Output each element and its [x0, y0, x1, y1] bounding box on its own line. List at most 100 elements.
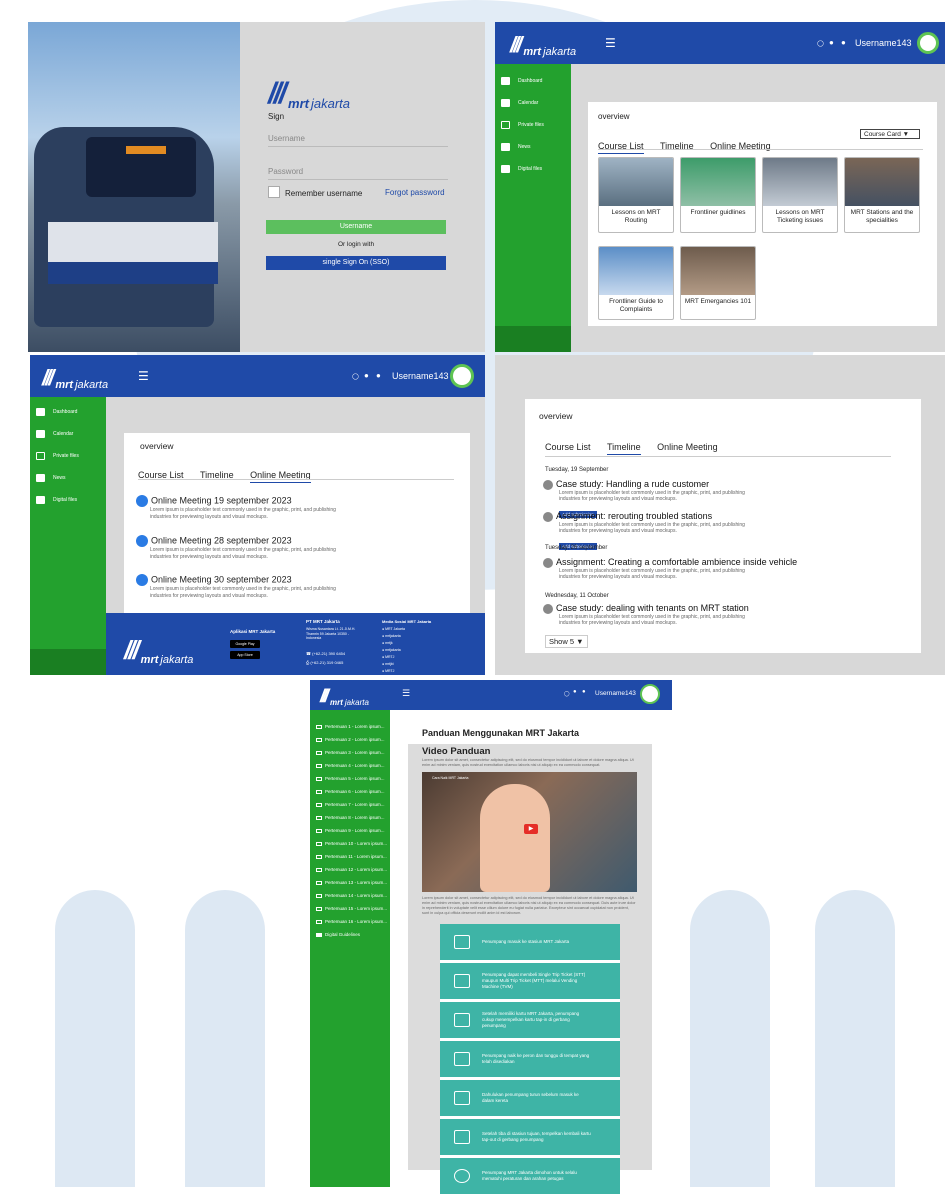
avatar[interactable] — [917, 32, 939, 54]
social-link[interactable]: ● MRTJ — [382, 654, 405, 661]
sidebar-item-digital-files[interactable]: Digital files — [30, 489, 106, 511]
sidebar-item-news[interactable]: News — [30, 467, 106, 489]
bell-icon[interactable]: ● — [573, 689, 577, 695]
guide-menu-item[interactable]: Pertemuan 1 - Lorem ipsum... — [316, 720, 390, 733]
guide-menu-label: Pertemuan 1 - Lorem ipsum... — [325, 724, 385, 729]
course-card[interactable]: Lessons on MRT Routing — [598, 157, 674, 233]
hamburger-icon[interactable]: ☰ — [605, 36, 616, 50]
chat-icon[interactable]: ● — [841, 38, 846, 47]
remember-checkbox[interactable] — [268, 186, 280, 198]
forgot-password-link[interactable]: Forgot password — [385, 188, 445, 197]
course-card[interactable]: Frontliner guidlines — [680, 157, 756, 233]
meeting-title: Online Meeting 30 september 2023 — [151, 574, 292, 585]
guide-menu-item[interactable]: Pertemuan 15 - Lorem ipsum... — [316, 902, 390, 915]
meeting-item[interactable]: Online Meeting 28 september 2023 Lorem i… — [136, 535, 446, 560]
login-button[interactable]: Username — [266, 220, 446, 234]
guide-menu-item[interactable]: Pertemuan 11 - Lorem ipsum... — [316, 850, 390, 863]
bell-icon[interactable]: ● — [364, 371, 369, 380]
remember-label: Remember username — [285, 189, 363, 198]
sidebar-item-calendar[interactable]: Calendar — [30, 423, 106, 445]
app-store-badge[interactable]: App Store — [230, 651, 260, 659]
guide-menu-item[interactable]: Pertemuan 4 - Lorem ipsum... — [316, 759, 390, 772]
social-link[interactable]: ● mrtjakarta — [382, 633, 405, 640]
settings-icon[interactable]: ◯ — [352, 373, 359, 380]
view-select[interactable]: Course Card ▼ — [860, 129, 920, 139]
course-title: MRT Stations and the specialities — [850, 209, 914, 224]
hamburger-icon[interactable]: ☰ — [402, 688, 410, 699]
guide-step: Penumpang MRT Jakarta dimohon untuk sela… — [440, 1158, 620, 1197]
guide-menu-item[interactable]: Pertemuan 7 - Lorem ipsum... — [316, 798, 390, 811]
course-card[interactable]: Lessons on MRT Ticketing issues — [762, 157, 838, 233]
logo-text-light: jakarta — [160, 654, 194, 666]
watermark-bar-2 — [185, 890, 265, 1187]
tab-online-meeting[interactable]: Online Meeting — [250, 470, 311, 483]
folder-icon — [316, 919, 322, 924]
character-figure — [480, 784, 550, 892]
social-link[interactable]: ● MRTJ — [382, 668, 405, 675]
tab-timeline[interactable]: Timeline — [606, 442, 641, 455]
meeting-item[interactable]: Online Meeting 30 september 2023 Lorem i… — [136, 574, 446, 599]
social-link[interactable]: ● mrtjkt — [382, 661, 405, 668]
course-card[interactable]: Frontliner Guide to Complaints — [598, 246, 674, 320]
footer-logo: /// mrt jakarta — [124, 635, 193, 666]
calendar-icon — [36, 430, 45, 438]
sidebar-item-news[interactable]: News — [495, 136, 571, 158]
sidebar-item-private-files[interactable]: Private files — [495, 114, 571, 136]
guide-menu-item[interactable]: Pertemuan 9 - Lorem ipsum... — [316, 824, 390, 837]
guide-menu-item[interactable]: Pertemuan 12 - Lorem ipsum... — [316, 863, 390, 876]
header-username[interactable]: Username143 — [392, 371, 449, 381]
guide-menu-item[interactable]: Pertemuan 5 - Lorem ipsum... — [316, 772, 390, 785]
guide-step-text: Penumpang MRT Jakarta dimohon untuk sela… — [482, 1170, 577, 1181]
guide-menu-item[interactable]: Pertemuan 8 - Lorem ipsum... — [316, 811, 390, 824]
tab-online-meeting[interactable]: Online Meeting — [657, 442, 718, 452]
guide-menu-item[interactable]: Pertemuan 6 - Lorem ipsum... — [316, 785, 390, 798]
guide-menu-item[interactable]: Pertemuan 13 - Lorem ipsum... — [316, 876, 390, 889]
social-link[interactable]: ● mrtjakarta — [382, 647, 405, 654]
sidebar-item-dashboard[interactable]: Dashboard — [495, 70, 571, 92]
username-input[interactable]: Username — [268, 134, 448, 147]
guide-menu-item[interactable]: Pertemuan 3 - Lorem ipsum... — [316, 746, 390, 759]
sso-button[interactable]: single Sign On (SSO) — [266, 256, 446, 270]
folder-icon — [316, 906, 322, 911]
settings-icon[interactable]: ◯ — [817, 40, 824, 47]
password-input[interactable]: Password — [268, 167, 448, 180]
meeting-desc: Lorem ipsum is placeholder text commonly… — [150, 547, 336, 560]
chat-icon[interactable]: ● — [376, 371, 381, 380]
social-link[interactable]: ● MRT Jakarta — [382, 626, 405, 633]
guide-menu-item[interactable]: Pertemuan 10 - Lorem ipsum... — [316, 837, 390, 850]
timeline-entry[interactable]: Assignment: Creating a comfortable ambie… — [543, 557, 803, 581]
social-link[interactable]: ● mrtjk — [382, 640, 405, 647]
chat-icon[interactable]: ● — [582, 689, 586, 695]
play-icon[interactable]: ▶ — [524, 824, 538, 834]
google-play-badge[interactable]: Google Play — [230, 640, 260, 648]
meeting-item[interactable]: Online Meeting 19 september 2023 Lorem i… — [136, 495, 446, 520]
officer-icon — [454, 1169, 470, 1183]
video-player[interactable]: Cara Naik MRT Jakarta ▶ — [422, 772, 637, 892]
tab-course-list[interactable]: Course List — [545, 442, 591, 452]
header-username[interactable]: Username143 — [595, 690, 636, 697]
sidebar-item-private-files[interactable]: Private files — [30, 445, 106, 467]
avatar[interactable] — [640, 684, 660, 704]
timeline-entry[interactable]: Case study: dealing with tenants on MRT … — [543, 603, 793, 627]
sidebar-item-calendar[interactable]: Calendar — [495, 92, 571, 114]
bell-icon[interactable]: ● — [829, 38, 834, 47]
show-count-select[interactable]: Show 5 ▼ — [545, 635, 588, 648]
guide-menu-digital[interactable]: Digital Guidelines — [316, 928, 390, 941]
sidebar-item-dashboard[interactable]: Dashboard — [30, 401, 106, 423]
guide-menu-item[interactable]: Pertemuan 2 - Lorem ipsum... — [316, 733, 390, 746]
entry-desc: Lorem ipsum is placeholder text commonly… — [559, 567, 745, 581]
avatar[interactable] — [450, 364, 474, 388]
settings-icon[interactable]: ◯ — [564, 691, 570, 697]
folder-icon — [316, 789, 322, 794]
folder-icon — [316, 893, 322, 898]
tab-course-list[interactable]: Course List — [598, 141, 644, 154]
course-card[interactable]: MRT Emergancies 101 — [680, 246, 756, 320]
timeline-screen: overview Course List Timeline Online Mee… — [495, 355, 945, 675]
sidebar-item-digital-files[interactable]: Digital files — [495, 158, 571, 180]
folder-icon — [316, 776, 322, 781]
guide-menu-item[interactable]: Pertemuan 14 - Lorem ipsum... — [316, 889, 390, 902]
header-username[interactable]: Username143 — [855, 38, 912, 48]
hamburger-icon[interactable]: ☰ — [138, 369, 149, 383]
course-card[interactable]: MRT Stations and the specialities — [844, 157, 920, 233]
guide-menu-item[interactable]: Pertemuan 16 - Lorem ipsum... — [316, 915, 390, 928]
